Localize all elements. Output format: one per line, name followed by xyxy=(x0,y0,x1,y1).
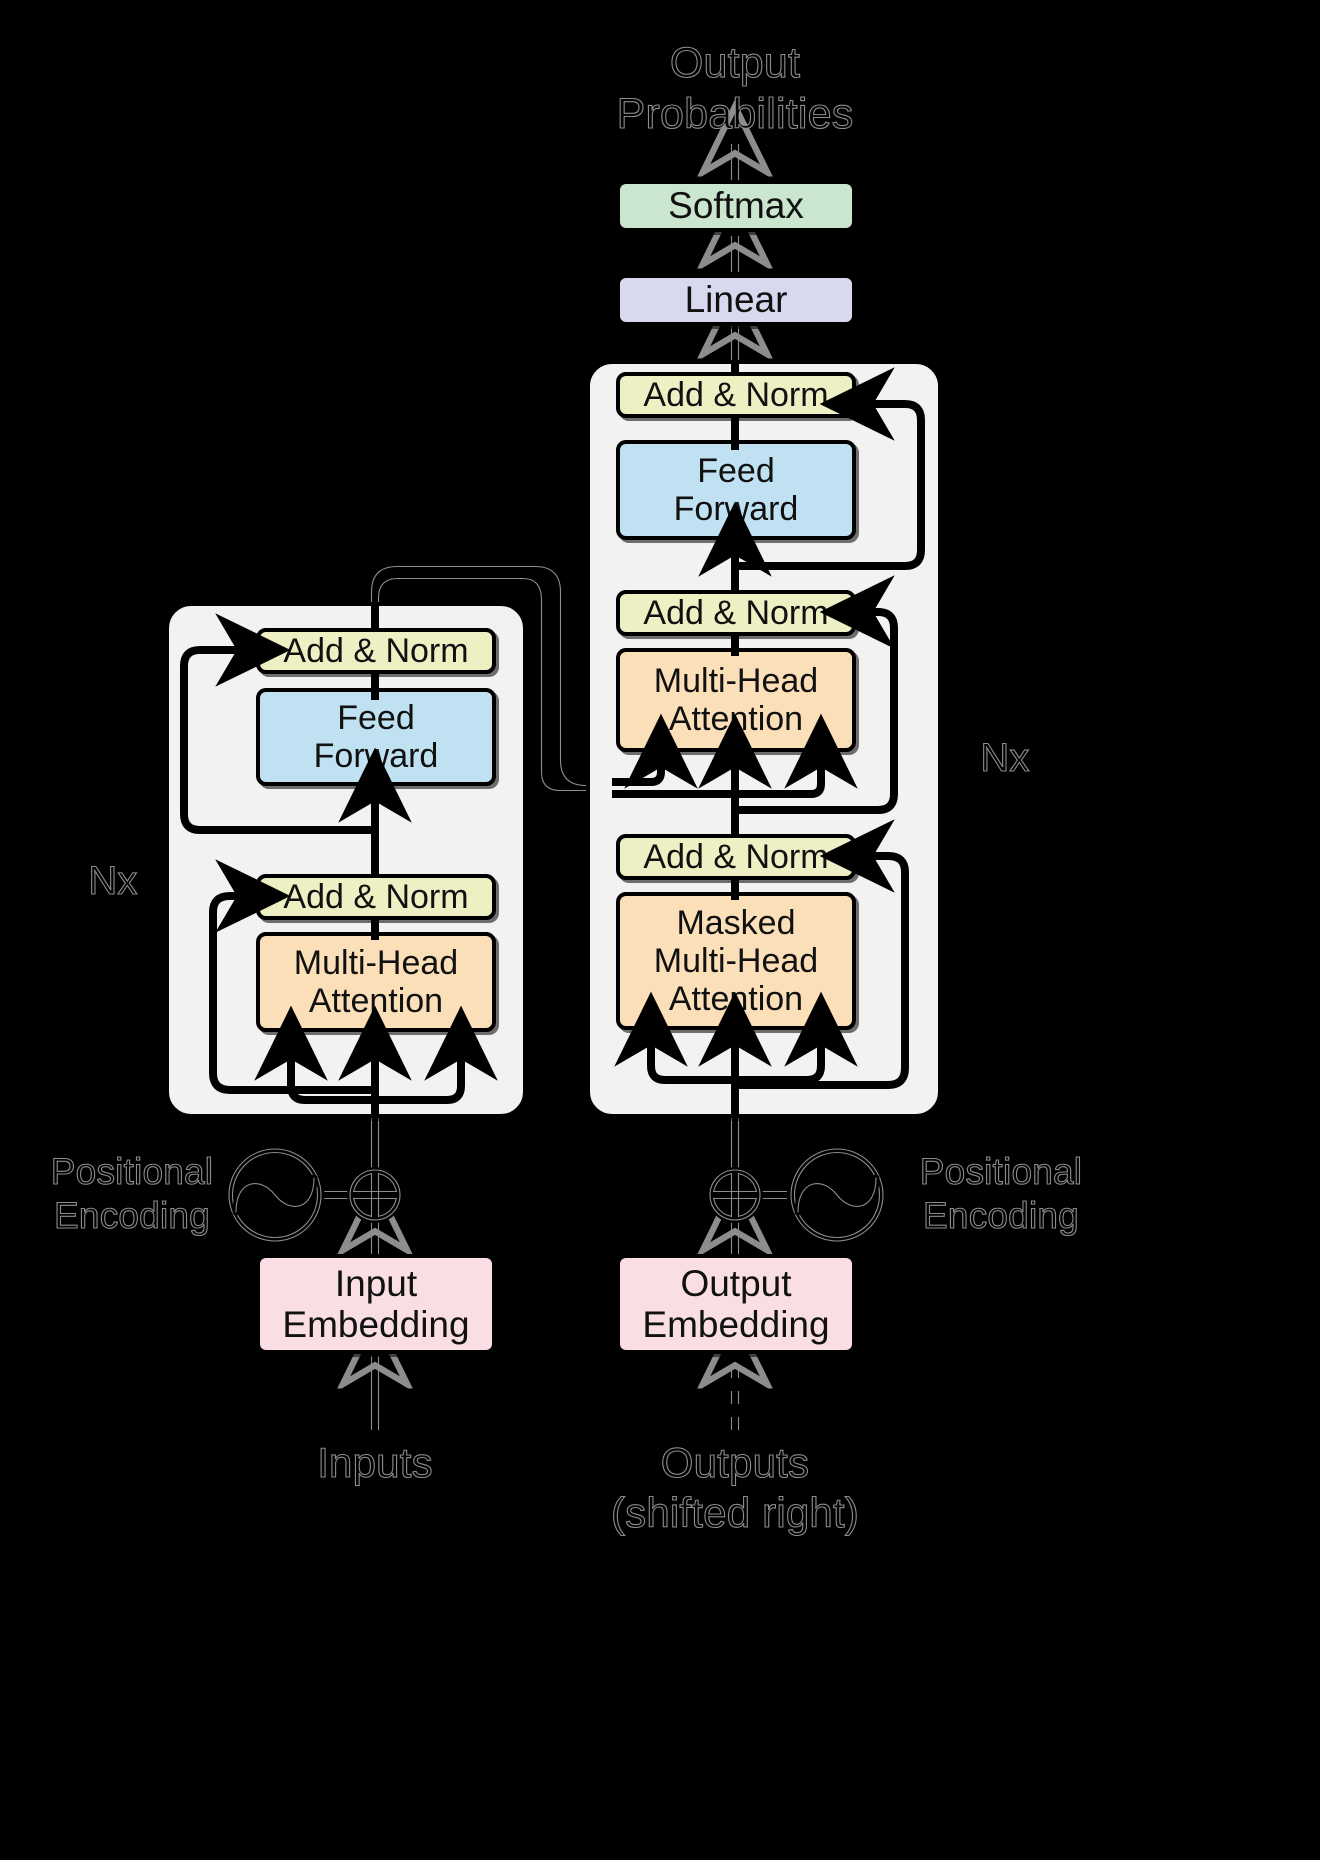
decoder-repeat-label: Nx xyxy=(980,735,1030,780)
decoder-positional-encoding-label: Positional Encoding xyxy=(919,1150,1083,1236)
transformer-diagram: Output Probabilities Softmax Linear Add … xyxy=(0,0,1320,1860)
decoder-sum-operator-icon xyxy=(707,1167,763,1223)
encoder-repeat-label: Nx xyxy=(88,858,138,903)
inputs-label: Inputs xyxy=(317,1438,434,1486)
encoder-positional-encoding-label: Positional Encoding xyxy=(50,1150,214,1236)
wire-layer-foreground xyxy=(180,362,925,1118)
encoder-sine-wave-icon xyxy=(225,1145,325,1245)
decoder-sine-wave-icon xyxy=(787,1145,887,1245)
output-probabilities-label: Output Probabilities xyxy=(616,38,854,138)
encoder-sum-operator-icon xyxy=(347,1167,403,1223)
outputs-shifted-right-label: Outputs (shifted right) xyxy=(610,1438,860,1536)
